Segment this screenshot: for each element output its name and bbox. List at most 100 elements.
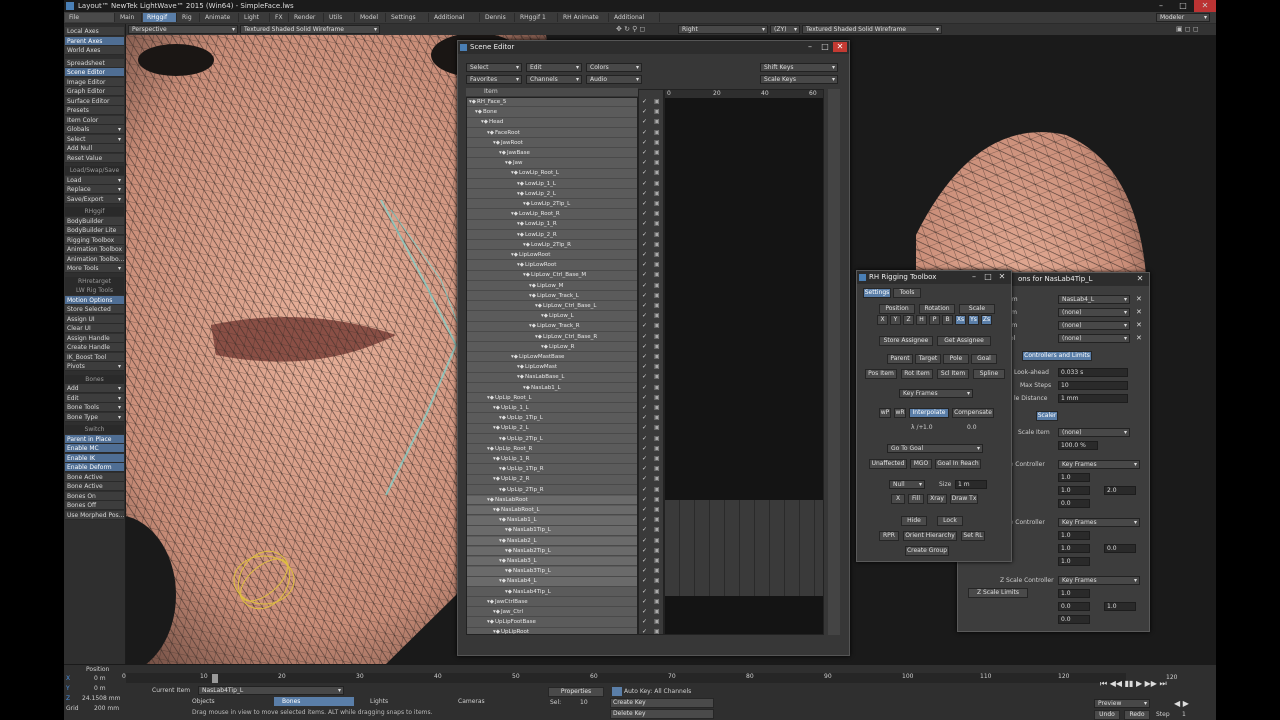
visibility-check-icon[interactable]: ✓ xyxy=(642,557,647,564)
remove-x-icon[interactable]: ✕ xyxy=(1136,334,1142,342)
close-icon[interactable]: ✕ xyxy=(1133,274,1147,284)
lock-icon[interactable]: ▣ xyxy=(654,486,660,493)
z-controller-dropdown[interactable]: Key Frames xyxy=(1058,576,1140,585)
null-type-dropdown[interactable]: Null xyxy=(889,480,925,489)
visibility-check-icon[interactable]: ✓ xyxy=(642,414,647,421)
maximize-icon[interactable]: □ xyxy=(1172,0,1194,12)
lock-icon[interactable]: ▣ xyxy=(654,108,660,115)
lock-icon[interactable]: ▣ xyxy=(654,394,660,401)
scene-item-row[interactable]: ▾◆ NasLab3Tip_L xyxy=(467,567,637,577)
limit-value-field[interactable]: 1.0 xyxy=(1058,486,1090,495)
viewport-nav-icons[interactable]: ✥ ↻ ⚲ ◻ xyxy=(616,25,645,33)
visibility-check-icon[interactable]: ✓ xyxy=(642,445,647,452)
scene-item-row[interactable]: ▾◆ JawBase xyxy=(467,149,637,159)
lock-icon[interactable]: ▣ xyxy=(654,363,660,370)
lock-icon[interactable]: ▣ xyxy=(654,129,660,136)
wr-button[interactable]: wR xyxy=(894,408,906,418)
scl-item-button[interactable]: Scl Item xyxy=(937,369,969,379)
create-key-button[interactable]: Create Key xyxy=(610,698,714,708)
pole-button[interactable]: Pole xyxy=(943,354,969,364)
remove-x-icon[interactable]: ✕ xyxy=(1136,308,1142,316)
set-rl-button[interactable]: Set RL xyxy=(961,531,985,541)
distance-field[interactable]: 1 mm xyxy=(1058,394,1128,403)
scene-item-row[interactable]: ▾◆ LipLowRoot xyxy=(467,251,637,261)
lock-icon[interactable]: ▣ xyxy=(654,475,660,482)
maximize-icon[interactable]: □ xyxy=(981,272,995,282)
scene-item-row[interactable]: ▾◆ NasLab1Tip_L xyxy=(467,526,637,536)
visibility-check-icon[interactable]: ✓ xyxy=(642,98,647,105)
sidebar-bone-active-button[interactable]: Bone Active xyxy=(65,472,124,482)
scene-item-row[interactable]: ▾◆ UpLipFootBase xyxy=(467,618,637,628)
sidebar-enable-mc-button[interactable]: Enable MC xyxy=(65,444,124,453)
sidebar-select-button[interactable]: Select xyxy=(65,134,124,144)
right-view-dropdown[interactable]: Right xyxy=(678,25,768,34)
limit-value-field[interactable]: 2.0 xyxy=(1104,486,1136,495)
b-channel-button[interactable]: B xyxy=(942,315,953,325)
x-controller-dropdown[interactable]: Key Frames xyxy=(1058,460,1140,469)
scene-item-row[interactable]: ▾◆ NasLabRoot_L xyxy=(467,506,637,516)
scene-item-row[interactable]: ▾◆ LipLowMastBase xyxy=(467,353,637,363)
lock-icon[interactable]: ▣ xyxy=(654,404,660,411)
sidebar-local-axes-button[interactable]: Local Axes xyxy=(65,27,124,36)
sidebar-scene-editor-button[interactable]: Scene Editor xyxy=(65,68,124,77)
key-frames-dropdown[interactable]: Key Frames xyxy=(899,389,973,398)
right-axis-dropdown[interactable]: (ZY) xyxy=(770,25,800,34)
draw-tx-button[interactable]: Draw Tx xyxy=(950,494,978,504)
sidebar-bodybuilder-lite-button[interactable]: BodyBuilder Lite xyxy=(65,226,124,235)
sidebar-parent-in-place-button[interactable]: Parent in Place xyxy=(65,434,124,444)
sidebar-enable-ik-button[interactable]: Enable IK xyxy=(65,453,124,463)
sidebar-animation-toolbo-button[interactable]: Animation Toolbo... xyxy=(65,254,124,264)
sidebar-add-null-button[interactable]: Add Null xyxy=(65,144,124,153)
delete-key-button[interactable]: Delete Key xyxy=(610,709,714,719)
max-steps-field[interactable]: 10 xyxy=(1058,381,1128,390)
motion-row-dropdown[interactable]: (none) xyxy=(1058,334,1130,343)
size-field[interactable]: 1 m xyxy=(955,480,987,489)
lock-icon[interactable]: ▣ xyxy=(654,220,660,227)
edit-dropdown[interactable]: Edit xyxy=(526,63,582,72)
properties-button[interactable]: Properties xyxy=(548,687,604,697)
sidebar-ik-boost-tool-button[interactable]: IK_Boost Tool xyxy=(65,352,124,362)
scene-item-row[interactable]: ▾◆ LowLip_2_R xyxy=(467,231,637,240)
lock-icon[interactable]: ▣ xyxy=(654,118,660,125)
redo-button[interactable]: Redo xyxy=(1124,710,1150,720)
menu-tab-file[interactable]: File xyxy=(65,13,115,22)
motion-row-dropdown[interactable]: (none) xyxy=(1058,321,1130,330)
sidebar-world-axes-button[interactable]: World Axes xyxy=(65,46,124,55)
visibility-check-icon[interactable]: ✓ xyxy=(642,180,647,187)
sidebar-store-selected-button[interactable]: Store Selected xyxy=(65,305,124,314)
visibility-check-icon[interactable]: ✓ xyxy=(642,118,647,125)
scene-item-row[interactable]: ▾◆ LipLow_Ctrl_Base_L xyxy=(467,302,637,312)
scene-item-row[interactable]: ▾◆ LipLow_M xyxy=(467,282,637,291)
limit-value-field[interactable]: 0.0 xyxy=(1058,615,1090,624)
scaler-tab[interactable]: Scaler xyxy=(1036,411,1058,421)
cameras-label[interactable]: Cameras xyxy=(458,698,485,705)
lock-icon[interactable]: ▣ xyxy=(654,231,660,238)
x-button[interactable]: X xyxy=(891,494,905,504)
sidebar-assign-handle-button[interactable]: Assign Handle xyxy=(65,333,124,343)
menu-tab-rhggif-1[interactable]: RHggif 1 xyxy=(516,13,558,22)
hide-button[interactable]: Hide xyxy=(901,516,927,526)
lock-icon[interactable]: ▣ xyxy=(654,455,660,462)
visibility-check-icon[interactable]: ✓ xyxy=(642,231,647,238)
lock-icon[interactable]: ▣ xyxy=(654,292,660,299)
visibility-check-icon[interactable]: ✓ xyxy=(642,200,647,207)
xray-button[interactable]: Xray xyxy=(927,494,947,504)
right-shading-dropdown[interactable]: Textured Shaded Solid Wireframe xyxy=(802,25,942,34)
scene-item-row[interactable]: ▾◆ LowLip_2Tip_R xyxy=(467,241,637,251)
scene-item-row[interactable]: ▾◆ UpLip_Root_L xyxy=(467,394,637,404)
visibility-check-icon[interactable]: ✓ xyxy=(642,598,647,605)
scene-item-row[interactable]: ▾◆ LowLip_2Tip_L xyxy=(467,200,637,210)
autokey-checkbox[interactable] xyxy=(612,687,622,696)
visibility-columns[interactable]: ✓ ▣ ✓ ▣ ✓ ▣ ✓ ▣ ✓ ▣ ✓ ▣ ✓ ▣ ✓ ▣ ✓ ▣ ✓ ▣ ✓ ▣ ✓ ▣ ✓ ▣ ✓ ▣ ✓ ▣ ✓ ▣ ✓ ▣ ✓ ▣ ✓ ▣ ✓ ▣… xyxy=(638,89,664,635)
lock-icon[interactable]: ▣ xyxy=(654,435,660,442)
mgo-button[interactable]: MGO xyxy=(910,459,932,469)
menu-tab-animate[interactable]: Animate xyxy=(201,13,239,22)
scene-item-row[interactable]: ▾◆ UpLip_1_R xyxy=(467,455,637,465)
interpolate-button[interactable]: Interpolate xyxy=(909,408,949,418)
menu-tab-additional[interactable]: Additional xyxy=(430,13,480,22)
visibility-check-icon[interactable]: ✓ xyxy=(642,618,647,625)
menu-tab-main[interactable]: Main xyxy=(116,13,142,22)
lock-button[interactable]: Lock xyxy=(937,516,963,526)
visibility-check-icon[interactable]: ✓ xyxy=(642,220,647,227)
p-channel-button[interactable]: P xyxy=(929,315,940,325)
